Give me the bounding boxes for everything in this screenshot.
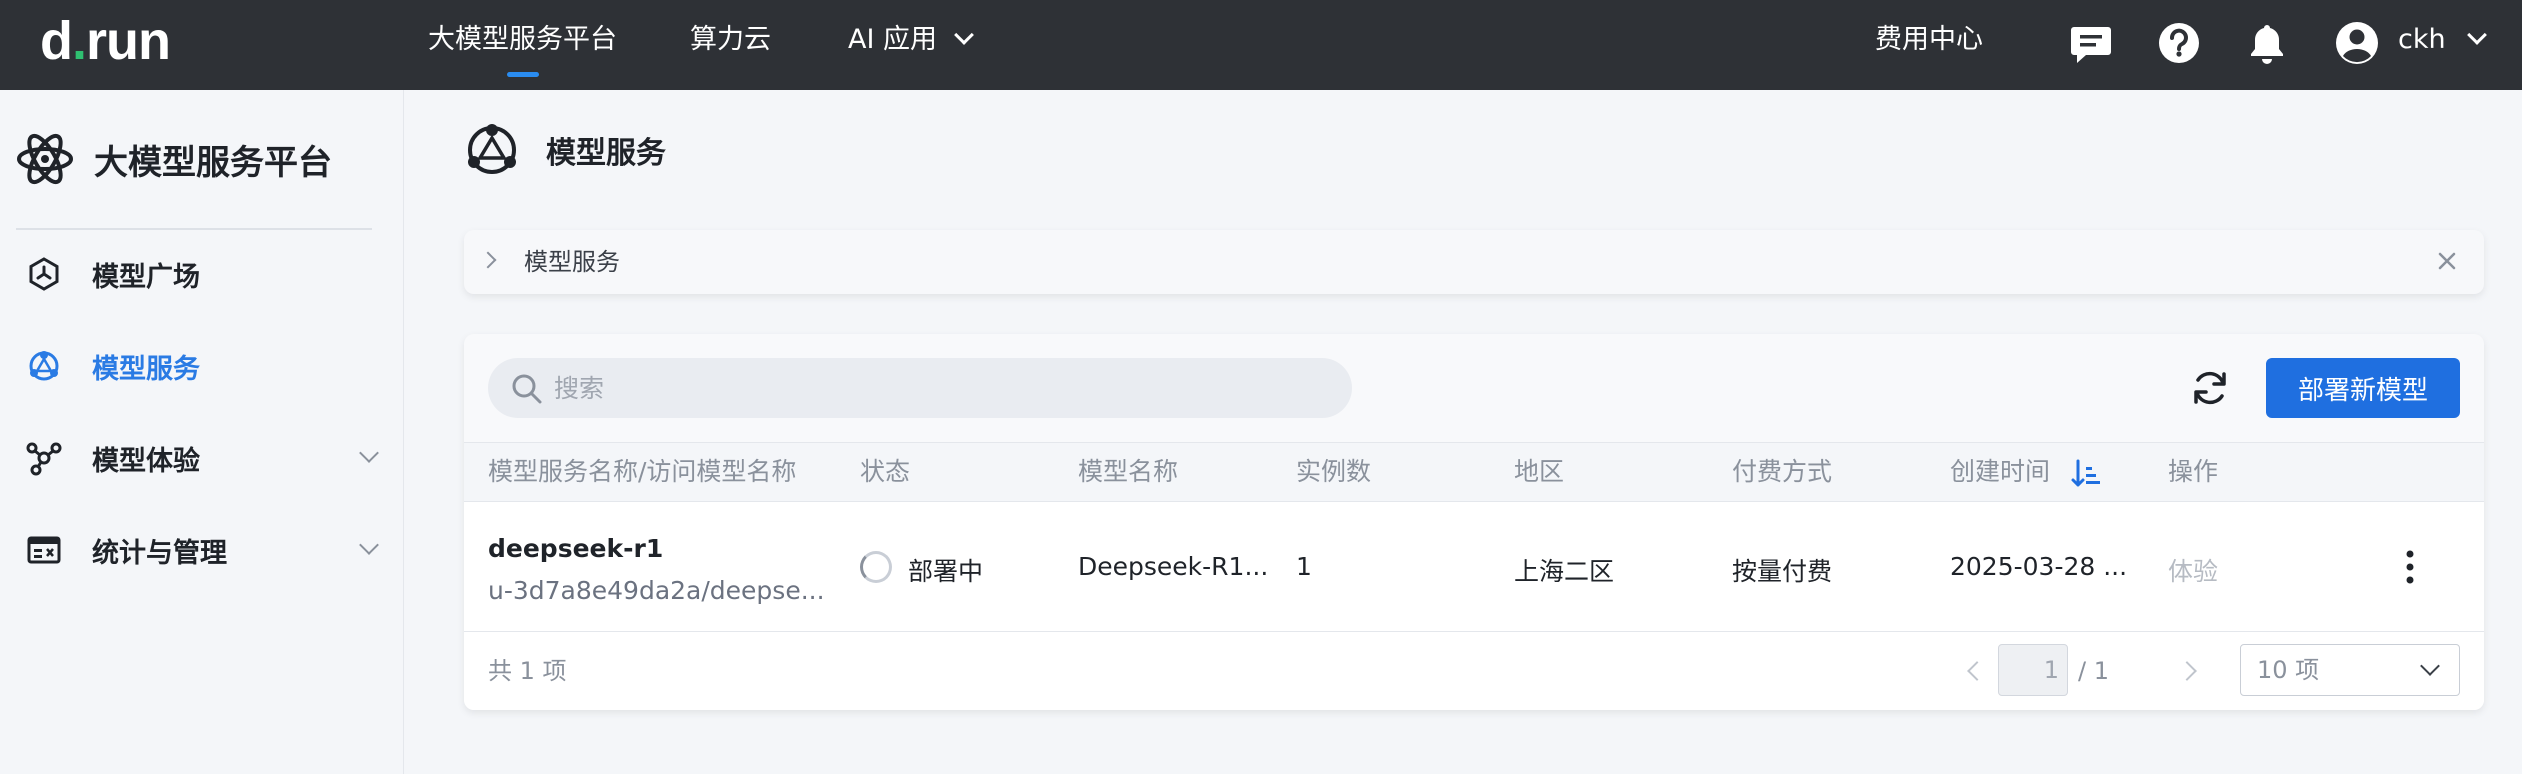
drun-logo[interactable]: d. run: [40, 11, 171, 72]
sidebar-item-model-square[interactable]: 模型广场: [26, 244, 386, 304]
chevron-right-icon[interactable]: [479, 251, 497, 269]
username[interactable]: ckh: [2398, 0, 2446, 80]
message-icon[interactable]: [2068, 20, 2114, 66]
column-header: 状态: [860, 457, 911, 486]
more-vertical-icon[interactable]: [2402, 548, 2418, 586]
chevron-down-icon: [2420, 656, 2440, 676]
sidebar-item-label: 统计与管理: [92, 537, 227, 569]
column-header: 模型服务名称/访问模型名称: [488, 457, 797, 486]
chevron-down-icon: [359, 535, 379, 555]
created-time: 2025-03-28 ...: [1950, 552, 2128, 581]
help-icon[interactable]: [2156, 20, 2202, 66]
chevron-down-icon: [359, 443, 379, 463]
sidebar-header: 大模型服务平台: [16, 130, 332, 188]
total-count: 共 1 项: [488, 657, 567, 685]
page-size-select[interactable]: 10 项: [2240, 644, 2460, 696]
model-service-icon: [29, 351, 59, 381]
stats-icon: [27, 536, 61, 564]
sidebar-item-model-service[interactable]: 模型服务: [26, 336, 386, 396]
search-icon: [512, 374, 542, 404]
column-header: 付费方式: [1732, 457, 1833, 486]
nav-llm-platform[interactable]: 大模型服务平台: [428, 0, 617, 90]
logo-text-suffix: run: [86, 11, 171, 71]
column-header: 实例数: [1296, 457, 1372, 486]
model-name: Deepseek-R1...: [1078, 552, 1269, 581]
pagination: 共 1 项 1 / 1 10 项: [464, 632, 2484, 710]
search-box[interactable]: [488, 358, 1352, 418]
chevron-down-icon[interactable]: [2467, 25, 2487, 45]
column-header: 操作: [2168, 457, 2219, 486]
nav-compute-cloud[interactable]: 算力云: [690, 0, 771, 90]
user-avatar-icon[interactable]: [2334, 20, 2380, 66]
sidebar-item-model-experience[interactable]: 模型体验: [26, 428, 386, 488]
instance-count: 1: [1296, 552, 1312, 581]
sidebar-item-stats-management[interactable]: 统计与管理: [26, 520, 386, 580]
column-header-created-time[interactable]: 创建时间: [1950, 443, 2050, 501]
service-table-card: 部署新模型 模型服务名称/访问模型名称 状态 模型名称 实例数 地区 付费方式 …: [464, 334, 2484, 710]
page-number-input[interactable]: 1: [1998, 644, 2068, 696]
sort-descending-icon[interactable]: [2070, 457, 2102, 489]
top-navbar: d. run 大模型服务平台 算力云 AI 应用 费用中心 ckh: [0, 0, 2522, 90]
refresh-icon[interactable]: [2188, 366, 2232, 410]
table-row: deepseek-r1 u-3d7a8e49da2a/deepse... 部署中…: [464, 502, 2484, 632]
sidebar-item-label: 模型广场: [92, 261, 200, 293]
sidebar-divider: [16, 228, 372, 230]
billing-method: 按量付费: [1732, 557, 1833, 586]
experience-icon: [26, 442, 62, 476]
try-action-link: 体验: [2168, 557, 2219, 586]
sidebar-item-label: 模型体验: [92, 445, 200, 477]
hexagon-icon: [29, 257, 59, 291]
close-icon[interactable]: [2432, 246, 2462, 276]
column-header: 地区: [1514, 457, 1565, 486]
deploy-model-button[interactable]: 部署新模型: [2266, 358, 2460, 418]
breadcrumb-item: 模型服务: [524, 248, 620, 276]
sidebar: 大模型服务平台 模型广场 模型服务 模型体验 统计与管理: [0, 90, 404, 774]
chevron-down-icon: [954, 25, 974, 45]
logo-dot: .: [72, 11, 87, 71]
column-header: 模型名称: [1078, 457, 1179, 486]
access-model-name: u-3d7a8e49da2a/deepse...: [488, 576, 825, 605]
chevron-right-icon[interactable]: [2177, 661, 2197, 681]
model-service-icon: [468, 124, 516, 174]
loading-spinner-icon: [860, 551, 892, 583]
page-size-value: 10 项: [2257, 656, 2320, 684]
breadcrumb: 模型服务: [464, 230, 2484, 294]
service-name[interactable]: deepseek-r1: [488, 534, 663, 563]
nav-billing-center[interactable]: 费用中心: [1875, 0, 1983, 90]
search-input[interactable]: [554, 358, 1314, 418]
page-title: 模型服务: [546, 136, 666, 171]
table-header: 模型服务名称/访问模型名称 状态 模型名称 实例数 地区 付费方式 创建时间 操…: [464, 442, 2484, 502]
page-total: / 1: [2078, 657, 2109, 685]
sidebar-title: 大模型服务平台: [94, 142, 332, 183]
bell-icon[interactable]: [2244, 20, 2290, 66]
atom-logo-icon: [17, 133, 73, 185]
nav-ai-apps[interactable]: AI 应用: [848, 0, 974, 90]
sidebar-item-label: 模型服务: [92, 353, 200, 385]
chevron-left-icon[interactable]: [1967, 661, 1987, 681]
region: 上海二区: [1514, 557, 1615, 586]
logo-text-prefix: d: [40, 11, 73, 71]
nav-ai-apps-label: AI 应用: [848, 24, 938, 55]
page-header: 模型服务: [464, 122, 666, 178]
status-text: 部署中: [908, 557, 984, 586]
